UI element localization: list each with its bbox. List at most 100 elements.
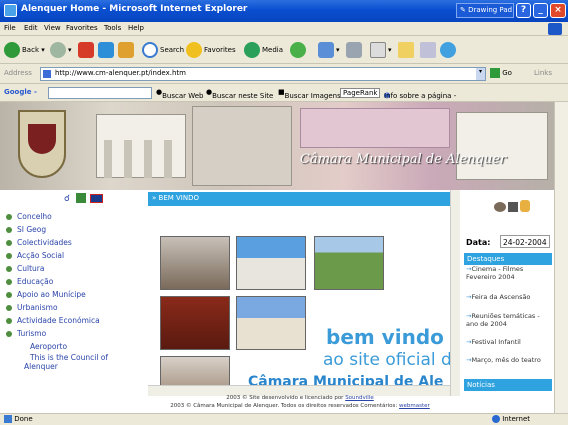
bullet-icon [6,292,12,298]
banner-title: Câmara Municipal de Alenquer [300,152,507,167]
page-vertical-scrollbar[interactable] [554,102,568,413]
bullet-icon [6,266,12,272]
nav-item-label: Colectividades [17,238,72,247]
soundville-link[interactable]: Soundville [345,395,374,401]
bullet-icon [6,227,12,233]
nav-item-concelho[interactable]: Concelho [6,212,52,221]
history-button[interactable] [290,40,308,60]
date-field[interactable]: 24-02-2004 [500,235,550,248]
content-vertical-scrollbar[interactable] [450,190,460,396]
search-icon[interactable]: ☌ [64,194,70,204]
date-label: Data: [466,238,491,247]
nav-item-actividade-economica[interactable]: Actividade Económica [6,316,100,325]
menu-bar: File Edit View Favorites Tools Help [0,22,568,36]
favorites-button[interactable]: Favorites [186,40,236,60]
google-logo[interactable]: Google - [4,88,37,96]
photo-landscape [314,236,384,290]
uk-flag-icon[interactable] [90,194,103,203]
nav-item-si-geog[interactable]: SI Geog [6,225,46,234]
nav-item-apoio-municipe[interactable]: Apoio ao Munícipe [6,290,86,299]
links-label[interactable]: Links [534,69,552,77]
menu-file[interactable]: File [4,24,16,32]
go-arrow-icon [490,68,500,78]
home-button[interactable] [118,40,136,60]
menu-view[interactable]: View [44,24,61,32]
nav-item-educacao[interactable]: Educação [6,277,53,286]
bullet-icon [6,279,12,285]
close-button[interactable]: × [550,3,566,18]
google-search-images-button[interactable]: ■ Buscar Imagens [278,88,341,100]
content-heading: BEM VINDO [158,194,199,202]
help-button[interactable]: ? [516,3,531,18]
go-button[interactable]: Go [490,68,512,78]
back-label: Back [22,46,39,54]
google-search-input[interactable] [48,87,152,99]
menu-tools[interactable]: Tools [104,24,121,32]
window-title: Alenquer Home - Microsoft Internet Explo… [21,4,248,14]
address-input[interactable]: http://www.cm-alenquer.pt/index.htm [40,67,486,81]
page-viewport: Câmara Municipal de Alenquer ☌ Concelho … [0,102,568,413]
subitem-council[interactable]: This is the Council of [30,353,108,362]
back-button[interactable]: Back ▾ [4,40,45,60]
nav-item-urbanismo[interactable]: Urbanismo [6,303,58,312]
menu-edit[interactable]: Edit [24,24,38,32]
news-item[interactable]: →Festival Infantil [466,338,552,346]
nav-item-label: Cultura [17,264,45,273]
photo-wine-cellar [160,296,230,350]
webmaster-link[interactable]: webmaster [399,403,430,409]
bullet-icon [6,331,12,337]
news-item[interactable]: →Março, mês do teatro [466,356,552,364]
subitem-alenquer[interactable]: Alenquer [24,362,58,371]
minimize-button[interactable]: _ [533,3,548,18]
google-search-web-button[interactable]: ● Buscar Web [156,88,204,100]
nav-item-label: Urbanismo [17,303,58,312]
media-button[interactable]: Media [244,40,283,60]
bullet-icon [6,214,12,220]
nav-item-cultura[interactable]: Cultura [6,264,44,273]
nav-item-label: Apoio ao Munícipe [17,290,86,299]
search-label: Search [160,46,185,54]
home-icon[interactable] [76,193,86,203]
search-button[interactable]: Search [142,40,184,60]
footer-copyright-text: 2003 © Câmara Municipal de Alenquer. Tod… [170,403,400,409]
mail-button[interactable]: ▾ [318,40,340,60]
google-search-images-label: Buscar Imagens [284,92,341,100]
edit-button[interactable]: ▾ [370,40,392,60]
building-photo-right [456,112,548,180]
edit-icon [370,42,386,58]
forward-button[interactable]: ▾ [50,40,72,60]
status-bar: Done Internet [0,413,568,425]
address-dropdown-icon[interactable]: ▾ [476,68,485,80]
google-search-site-button[interactable]: ● Buscar neste Site [206,88,273,100]
globe-icon[interactable] [494,202,506,212]
home-icon [118,42,134,58]
bullet-icon [6,240,12,246]
nav-item-colectividades[interactable]: Colectividades [6,238,72,247]
page-icon [4,415,12,423]
lock-icon[interactable] [520,200,530,212]
messenger-button[interactable] [440,40,458,60]
column-decoration [144,140,152,178]
stop-button[interactable] [78,40,96,60]
footer-line-2: 2003 © Câmara Municipal de Alenquer. Tod… [150,402,450,410]
nav-item-turismo[interactable]: Turismo [6,329,46,338]
print-icon [346,42,362,58]
drawing-pad-button[interactable]: ✎ Drawing Pad [456,3,514,18]
nav-item-accao-social[interactable]: Acção Social [6,251,64,260]
refresh-button[interactable] [98,40,116,60]
news-item[interactable]: →Cinema - Filmes Fevereiro 2004 [466,265,552,281]
menu-favorites[interactable]: Favorites [66,24,98,32]
menu-help[interactable]: Help [128,24,144,32]
refresh-icon [98,42,114,58]
drawing-pad-label: Drawing Pad [468,6,513,14]
folder-button[interactable] [398,40,416,60]
news-item[interactable]: →Feira da Ascensão [466,293,552,301]
pagerank-indicator[interactable]: PageRank [340,88,381,98]
book-icon[interactable] [508,202,518,212]
main-content-frame: » BEM VINDO bem vindo ao site oficial d … [148,190,460,396]
news-item[interactable]: →Reuniões temáticas - ano de 2004 [466,312,552,328]
subitem-aeroporto[interactable]: Aeroporto [30,342,67,351]
bullet-icon [6,318,12,324]
research-button[interactable] [420,40,438,60]
print-button[interactable] [346,40,364,60]
